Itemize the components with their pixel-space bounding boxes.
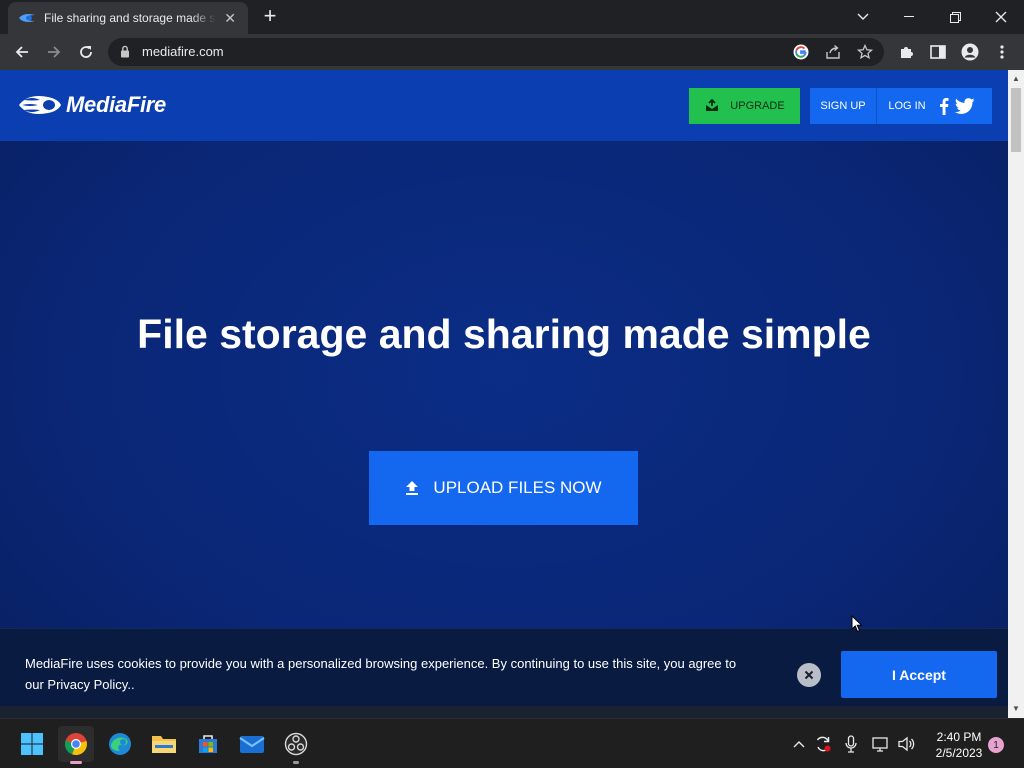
scroll-down-arrow-icon[interactable]: ▼	[1008, 702, 1024, 716]
upgrade-label: UPGRADE	[730, 100, 785, 112]
page-bottom-strip	[0, 706, 1008, 718]
upgrade-icon	[706, 99, 719, 111]
mediafire-logo[interactable]: MediaFire	[18, 92, 166, 118]
kebab-menu-icon[interactable]	[992, 42, 1012, 62]
hero-title: File storage and sharing made simple	[137, 311, 871, 357]
facebook-icon[interactable]	[939, 97, 949, 115]
scroll-up-arrow-icon[interactable]: ▲	[1008, 72, 1024, 86]
logo-wordmark: MediaFire	[66, 92, 166, 117]
site-header: MediaFire UPGRADE SIGN UP LOG IN	[0, 70, 1008, 141]
cookie-message: MediaFire uses cookies to provide you wi…	[25, 656, 737, 692]
star-icon[interactable]	[856, 43, 874, 61]
clock-date: 2/5/2023	[935, 746, 983, 760]
system-clock[interactable]: 2:40 PM 2/5/2023	[924, 729, 994, 761]
microsoft-store-icon[interactable]	[190, 726, 226, 762]
edge-taskbar-icon[interactable]	[102, 726, 138, 762]
browser-tab-strip: File sharing and storage made simple ✕ +	[0, 0, 1024, 34]
upload-arrow-icon	[406, 481, 419, 495]
chrome-taskbar-icon[interactable]	[58, 726, 94, 764]
network-icon[interactable]	[872, 735, 890, 753]
windows-taskbar: 2:40 PM 2/5/2023 1	[0, 718, 1024, 768]
browser-toolbar: mediafire.com	[0, 34, 1024, 70]
mediafire-favicon-icon	[18, 11, 36, 25]
reload-icon[interactable]	[74, 40, 98, 64]
upgrade-button[interactable]: UPGRADE	[689, 88, 800, 124]
sync-icon[interactable]	[814, 735, 832, 753]
show-hidden-icons-chevron-icon[interactable]	[790, 735, 808, 753]
profile-icon[interactable]	[960, 42, 980, 62]
back-arrow-icon[interactable]	[10, 40, 34, 64]
google-icon[interactable]	[792, 43, 810, 61]
mail-icon[interactable]	[234, 726, 270, 762]
tab-close-icon[interactable]: ✕	[222, 10, 238, 27]
close-cookie-icon[interactable]	[797, 663, 821, 687]
new-tab-button[interactable]: +	[258, 5, 282, 29]
close-window-button[interactable]	[978, 0, 1024, 34]
forward-arrow-icon[interactable]	[42, 40, 66, 64]
page-scrollbar[interactable]: ▲ ▼	[1008, 70, 1024, 718]
mouse-cursor-icon	[851, 615, 863, 633]
address-bar[interactable]: mediafire.com	[108, 38, 884, 66]
file-explorer-icon[interactable]	[146, 726, 182, 762]
notification-badge[interactable]: 1	[988, 737, 1004, 753]
social-links	[939, 97, 975, 115]
clock-time: 2:40 PM	[936, 730, 982, 744]
microphone-icon[interactable]	[842, 735, 860, 753]
lock-icon[interactable]	[120, 45, 130, 63]
sign-up-link[interactable]: SIGN UP	[810, 88, 877, 124]
obs-studio-icon[interactable]	[278, 726, 314, 764]
auth-bar: SIGN UP LOG IN	[810, 88, 992, 124]
volume-icon[interactable]	[898, 735, 916, 753]
upload-files-label: UPLOAD FILES NOW	[433, 478, 602, 497]
twitter-icon[interactable]	[955, 98, 975, 114]
active-app-indicator	[70, 761, 82, 764]
tab-search-chevron-icon[interactable]	[840, 0, 886, 34]
minimize-button[interactable]	[886, 0, 932, 34]
windows-start-icon[interactable]	[14, 726, 50, 762]
upload-files-button[interactable]: UPLOAD FILES NOW	[369, 451, 638, 525]
cookie-banner: MediaFire uses cookies to provide you wi…	[0, 628, 1008, 706]
url-text: mediafire.com	[142, 44, 224, 59]
scrollbar-thumb[interactable]	[1011, 88, 1021, 152]
log-in-link[interactable]: LOG IN	[877, 88, 937, 124]
mediafire-flame-icon	[19, 96, 61, 114]
browser-tab[interactable]: File sharing and storage made simple ✕	[8, 2, 248, 34]
tab-title: File sharing and storage made simple	[44, 11, 216, 25]
accept-cookies-button[interactable]: I Accept	[841, 651, 997, 698]
side-panel-icon[interactable]	[928, 42, 948, 62]
restore-button[interactable]	[932, 0, 978, 34]
running-app-indicator	[293, 761, 299, 764]
puzzle-icon[interactable]	[896, 42, 916, 62]
share-icon[interactable]	[824, 43, 842, 61]
